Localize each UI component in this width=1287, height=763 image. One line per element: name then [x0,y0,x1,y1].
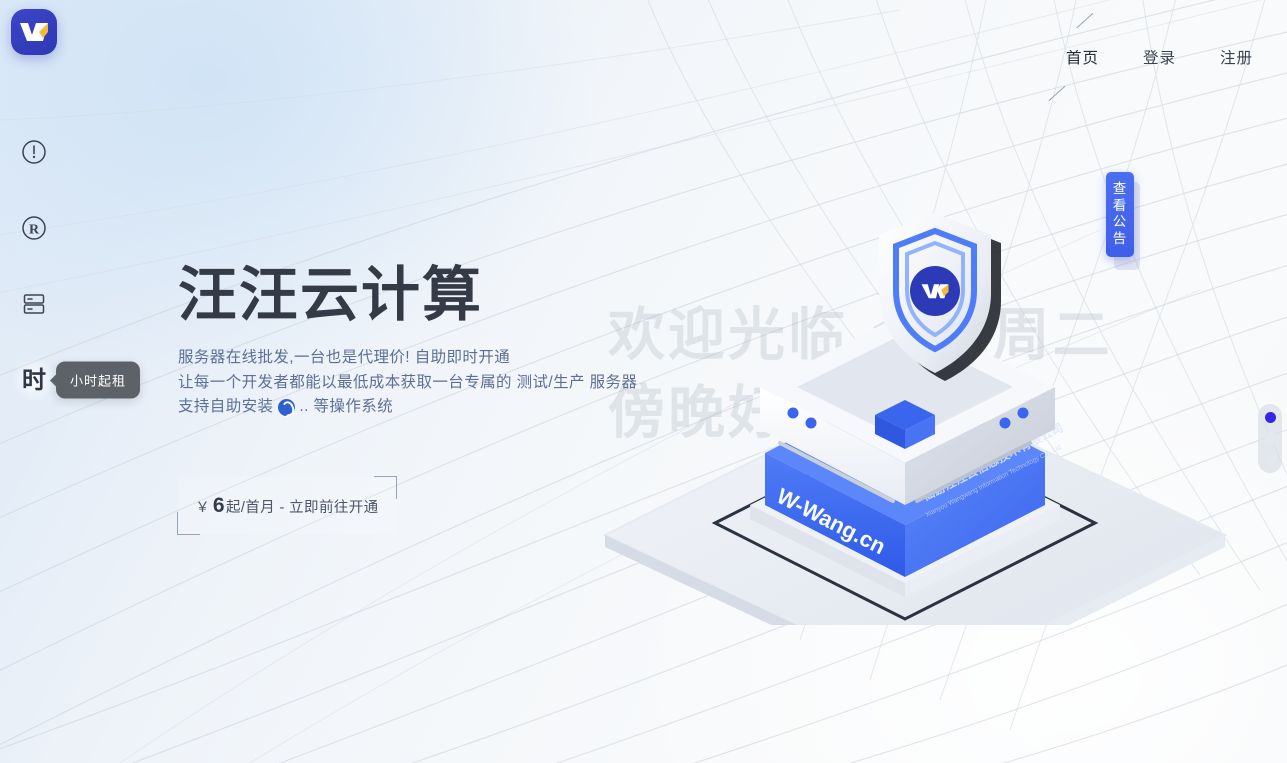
svg-text:W-Wang.cn: W-Wang.cn [773,483,890,559]
hero-subtitle-3-suffix: .. 等操作系统 [299,398,394,416]
top-navigation: 首页 登录 注册 [1066,46,1253,68]
hourly-rental-tooltip: 小时起租 [56,361,141,399]
pagination-dot-3[interactable] [1264,454,1276,465]
exclamation-circle-icon [22,140,46,164]
pagination-dot-1[interactable] [1264,412,1276,423]
nav-item-register[interactable]: 注册 [1220,46,1253,68]
nav-item-home[interactable]: 首页 [1066,46,1099,68]
hero-subtitle-3: 支持自助安装 .. 等操作系统 [178,395,698,420]
nav-item-login[interactable]: 登录 [1143,46,1176,68]
hero-subtitles: 服务器在线批发,一台也是代理价! 自助即时开通 让每一个开发者都能以最低成本获取… [178,346,698,420]
hero-section: 汪汪云计算 服务器在线批发,一台也是代理价! 自助即时开通 让每一个开发者都能以… [178,260,698,420]
w-logo-icon [20,23,48,41]
svg-text:R: R [29,223,40,238]
price-suffix: 起/首月 - 立即前往开通 [225,499,379,516]
price-value: 6 [212,493,225,517]
hero-subtitle-1-text: 服务器在线批发,一台也是代理价! 自助即时开通 [178,349,511,367]
hero-subtitle-2: 让每一个开发者都能以最低成本获取一台专属的 测试/生产 服务器 [178,371,698,396]
registered-trademark-icon: R [22,216,46,240]
hourly-rental-icon: 时 [22,366,46,394]
hero-subtitle-2-text: 让每一个开发者都能以最低成本获取一台专属的 测试/生产 服务器 [178,373,638,391]
debian-os-icon [278,398,296,416]
svg-text:Xianyou Wangwang Information T: Xianyou Wangwang Information Technology … [925,444,1063,519]
section-pagination [1258,404,1282,473]
server-rack-icon [23,294,45,314]
background-glow-right [617,323,1287,763]
left-sidebar: R 时 小时起租 [0,130,141,402]
hero-subtitle-1: 服务器在线批发,一台也是代理价! 自助即时开通 [178,346,698,371]
svg-text:仙游汪汪云信息技术有限公司: 仙游汪汪云信息技术有限公司 [920,419,1066,503]
currency-symbol: ￥ [195,498,210,515]
brand-logo[interactable] [11,9,57,55]
sidebar-item-servers[interactable] [12,282,56,326]
page-title: 汪汪云计算 [178,260,484,329]
sidebar-item-notice[interactable] [12,130,56,174]
sidebar-item-hourly-rental[interactable]: 时 小时起租 [12,358,141,402]
hero-subtitle-3-prefix: 支持自助安装 [178,398,274,416]
landing-page: 欢迎光临,今日周二 傍晚好 W-Wang.cn 仙游汪汪云信息技术有限公司 Xi… [0,0,1287,763]
pricing-cta-button[interactable]: ￥ 6起/首月 - 立即前往开通 [177,476,397,535]
sidebar-item-registered[interactable]: R [12,206,56,250]
announcement-tab-label: 查看公告 [1106,172,1134,257]
pricing-cta-label: ￥ 6起/首月 - 立即前往开通 [195,494,378,518]
announcement-tab[interactable]: 查看公告 [1106,172,1140,270]
pagination-dot-2[interactable] [1264,433,1276,444]
